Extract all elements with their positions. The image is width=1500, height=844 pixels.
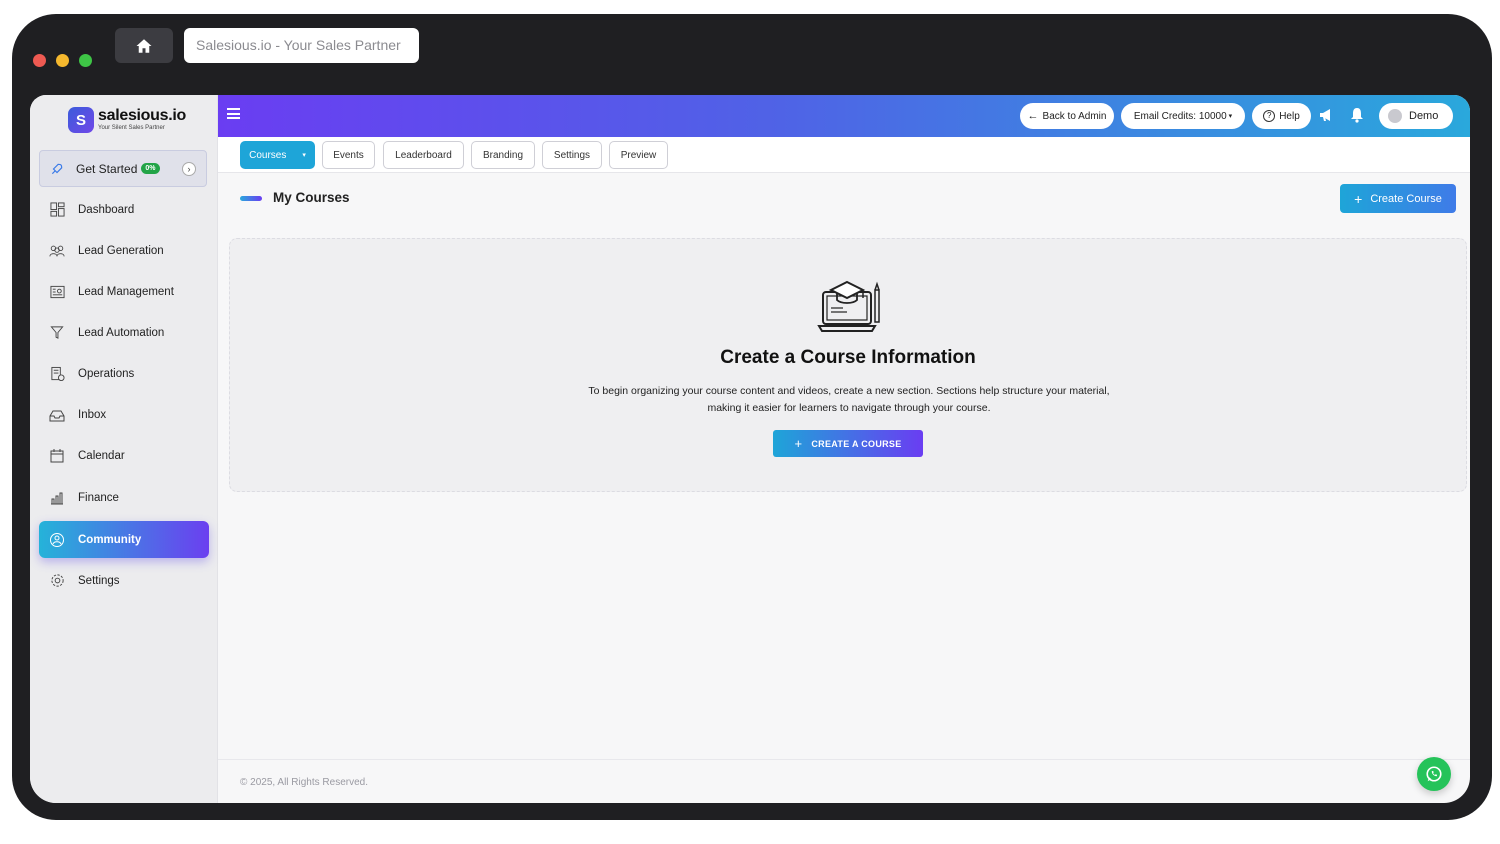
logo[interactable]: S salesious.io Your Silent Sales Partner [68, 107, 186, 133]
home-icon [136, 38, 152, 53]
users-icon [49, 243, 65, 259]
sidebar-item-label: Community [78, 533, 142, 546]
logo-tagline: Your Silent Sales Partner [98, 125, 165, 131]
tab-preview[interactable]: Preview [609, 141, 668, 169]
help-label: Help [1279, 110, 1300, 122]
get-started-label: Get Started [76, 161, 138, 176]
sidebar-item-label: Lead Automation [78, 326, 165, 339]
sidebar-item-lead-automation[interactable]: Lead Automation [39, 314, 209, 351]
gear-icon [49, 573, 65, 589]
plus-icon: + [794, 436, 803, 451]
create-a-course-label: CREATE A COURSE [811, 438, 902, 449]
dashboard-icon [49, 202, 65, 218]
user-menu[interactable]: Demo [1379, 103, 1453, 129]
inbox-icon [49, 407, 65, 423]
minimize-window-dot[interactable] [56, 54, 69, 67]
megaphone-icon[interactable] [1318, 107, 1334, 123]
contact-card-icon [49, 284, 65, 300]
maximize-window-dot[interactable] [79, 54, 92, 67]
course-laptop-icon [817, 280, 880, 332]
tab-bar: Courses ▾ Events Leaderboard Branding Se… [218, 137, 1470, 173]
plus-icon: + [1354, 190, 1363, 207]
close-window-dot[interactable] [33, 54, 46, 67]
home-button[interactable] [115, 28, 173, 63]
rocket-icon [51, 163, 63, 174]
tab-leaderboard[interactable]: Leaderboard [383, 141, 464, 169]
finance-chart-icon [49, 490, 65, 506]
tab-label: Settings [553, 149, 591, 161]
sidebar-item-lead-generation[interactable]: Lead Generation [39, 232, 209, 269]
sidebar-item-label: Finance [78, 491, 119, 504]
tab-courses[interactable]: Courses ▾ [240, 141, 315, 169]
footer-copyright: © 2025, All Rights Reserved. [240, 777, 368, 788]
sidebar-item-label: Dashboard [78, 203, 135, 216]
create-a-course-button[interactable]: + CREATE A COURSE [773, 430, 923, 457]
tab-label: Events [333, 149, 364, 161]
progress-badge: 0% [141, 163, 160, 174]
help-circle-icon: ? [1263, 110, 1276, 122]
tab-label: Preview [620, 149, 657, 161]
sidebar-item-operations[interactable]: Operations [39, 355, 209, 392]
empty-state-title: Create a Course Information [720, 347, 976, 368]
funnel-icon [49, 325, 65, 341]
whatsapp-chat-button[interactable] [1417, 757, 1451, 791]
empty-state-description: To begin organizing your course content … [588, 385, 1110, 414]
sidebar-item-calendar[interactable]: Calendar [39, 437, 209, 474]
sidebar-item-lead-management[interactable]: Lead Management [39, 273, 209, 310]
back-to-admin-label: Back to Admin [1042, 110, 1107, 122]
avatar [1388, 109, 1402, 123]
app-window: S salesious.io Your Silent Sales Partner… [30, 95, 1470, 803]
chevron-down-icon: ▾ [1228, 113, 1233, 120]
sidebar-item-label: Inbox [78, 408, 107, 421]
community-icon [49, 532, 65, 548]
create-course-button[interactable]: + Create Course [1340, 184, 1456, 213]
page-title: My Courses [273, 190, 350, 205]
chevron-down-icon: ▾ [302, 152, 306, 159]
whatsapp-icon [1426, 766, 1442, 782]
create-course-label: Create Course [1370, 192, 1442, 205]
sidebar-item-label: Calendar [78, 449, 125, 462]
address-bar[interactable]: Salesious.io - Your Sales Partner [184, 28, 419, 63]
user-name: Demo [1409, 110, 1439, 122]
sidebar-item-label: Lead Generation [78, 244, 164, 257]
operations-icon [49, 366, 65, 382]
email-credits-dropdown[interactable]: Email Credits: 10000 ▾ [1121, 103, 1245, 129]
arrow-left-icon: ← [1027, 110, 1039, 122]
tab-branding[interactable]: Branding [471, 141, 535, 169]
calendar-icon [49, 448, 65, 464]
tab-label: Branding [482, 149, 524, 161]
sidebar-item-community[interactable]: Community [39, 521, 209, 558]
hamburger-menu-icon[interactable] [227, 108, 240, 119]
tab-label: Leaderboard [395, 149, 452, 161]
logo-name: salesious.io [98, 107, 186, 124]
title-accent-bar [240, 196, 262, 201]
sidebar-item-label: Settings [78, 574, 120, 587]
sidebar-item-dashboard[interactable]: Dashboard [39, 191, 209, 228]
logo-mark: S [68, 107, 94, 133]
top-bar: ← Back to Admin Email Credits: 10000 ▾ ?… [218, 95, 1470, 137]
sidebar-item-label: Lead Management [78, 285, 174, 298]
get-started-button[interactable]: Get Started 0% › [39, 150, 207, 187]
help-button[interactable]: ? Help [1252, 103, 1311, 129]
sidebar-item-settings[interactable]: Settings [39, 562, 209, 599]
back-to-admin-button[interactable]: ← Back to Admin [1020, 103, 1114, 129]
bell-icon[interactable] [1349, 107, 1365, 123]
sidebar-item-finance[interactable]: Finance [39, 479, 209, 516]
chevron-right-icon: › [182, 162, 196, 176]
sidebar: S salesious.io Your Silent Sales Partner… [30, 95, 218, 803]
footer-divider [218, 759, 1470, 760]
tab-settings[interactable]: Settings [542, 141, 602, 169]
tab-label: Courses [249, 149, 287, 161]
tab-events[interactable]: Events [322, 141, 375, 169]
sidebar-item-inbox[interactable]: Inbox [39, 396, 209, 433]
empty-state-card: Create a Course Information To begin org… [229, 238, 1467, 492]
sidebar-item-label: Operations [78, 367, 135, 380]
email-credits-label: Email Credits: 10000 [1133, 110, 1227, 122]
